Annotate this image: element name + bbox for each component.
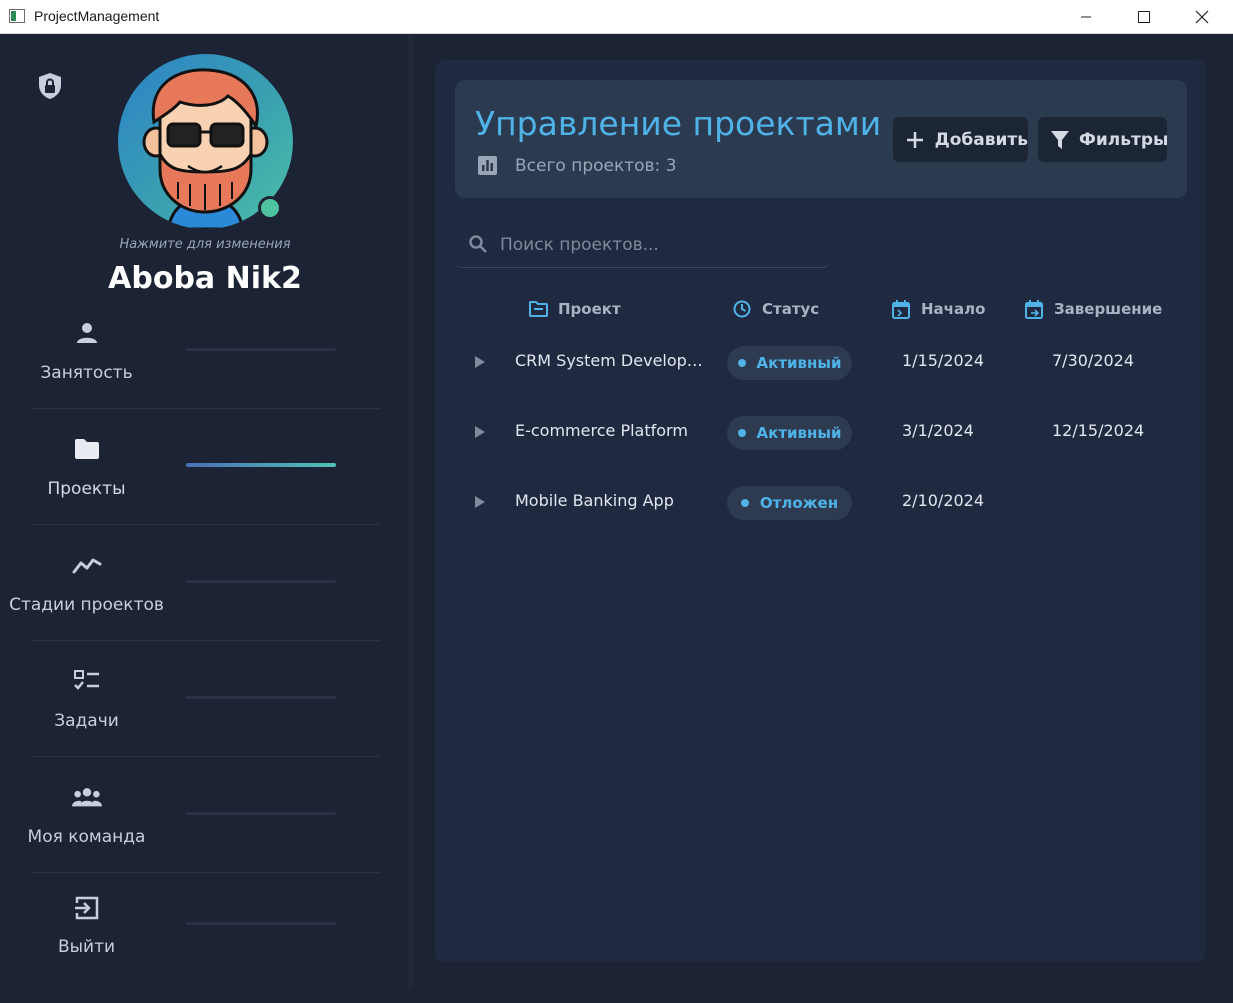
avatar-hint: Нажмите для изменения xyxy=(119,237,291,252)
nav-indicator xyxy=(186,580,336,583)
nav-divider xyxy=(32,756,380,757)
column-header-label: Проект xyxy=(558,300,621,318)
group-icon xyxy=(72,782,102,812)
project-name: E-commerce Platform xyxy=(515,421,688,440)
nav-divider xyxy=(32,408,380,409)
nav-divider xyxy=(32,524,380,525)
nav-label: Проекты xyxy=(47,479,126,499)
online-status-dot xyxy=(258,196,282,220)
column-header-status[interactable]: Статус xyxy=(732,297,819,321)
nav-label: Занятость xyxy=(40,363,133,383)
folder-open-icon xyxy=(528,299,548,319)
nav-label: Моя команда xyxy=(27,827,146,847)
filter-icon xyxy=(1051,130,1069,150)
status-label: Активный xyxy=(756,424,842,442)
search-input[interactable] xyxy=(500,230,820,260)
nav-indicator-active xyxy=(186,463,336,467)
bar-chart-icon xyxy=(478,156,497,175)
app-icon xyxy=(9,9,25,23)
table-row[interactable]: E-commerce Platform Активный 3/1/2024 12… xyxy=(456,403,1186,463)
column-header-end[interactable]: Завершение xyxy=(1024,297,1162,321)
end-date: 7/30/2024 xyxy=(1052,351,1135,370)
folder-icon xyxy=(72,434,102,464)
add-project-button[interactable]: Добавить xyxy=(893,117,1028,162)
window-titlebar: ProjectManagement xyxy=(0,0,1233,34)
maximize-icon xyxy=(1138,10,1150,23)
nav-label: Стадии проектов xyxy=(9,595,164,615)
status-dot xyxy=(737,429,746,437)
window-title: ProjectManagement xyxy=(34,8,160,24)
nav-divider xyxy=(32,872,380,873)
expand-arrow-icon[interactable] xyxy=(474,425,486,439)
nav-indicator xyxy=(186,696,336,699)
expand-arrow-icon[interactable] xyxy=(474,495,486,509)
person-icon xyxy=(72,318,102,348)
table-row[interactable]: Mobile Banking App Отложен 2/10/2024 xyxy=(456,473,1186,533)
nav-label: Выйти xyxy=(57,937,116,957)
start-date: 1/15/2024 xyxy=(902,351,985,370)
column-header-label: Начало xyxy=(921,300,986,318)
projects-count: Всего проектов: 3 xyxy=(515,156,677,176)
user-name: Aboba Nik2 xyxy=(108,261,302,296)
nav-divider xyxy=(32,640,380,641)
nav-indicator xyxy=(186,812,336,815)
column-header-label: Завершение xyxy=(1054,300,1163,318)
end-date: 12/15/2024 xyxy=(1052,421,1145,440)
page-title: Управление проектами xyxy=(475,104,882,143)
nav-indicator xyxy=(186,348,336,351)
table-row[interactable]: CRM System Developm... Активный 1/15/202… xyxy=(456,333,1186,393)
maximize-button[interactable] xyxy=(1115,0,1173,33)
status-dot xyxy=(740,499,749,507)
nav-label: Задачи xyxy=(54,711,119,731)
filters-button[interactable]: Фильтры xyxy=(1038,117,1169,162)
status-label: Активный xyxy=(756,354,842,372)
column-header-start[interactable]: Начало xyxy=(891,297,985,321)
filter-button-label: Фильтры xyxy=(1079,129,1169,150)
status-badge: Активный xyxy=(727,416,852,450)
search-icon xyxy=(469,235,487,253)
project-name: CRM System Developm... xyxy=(515,351,705,370)
add-button-label: Добавить xyxy=(934,129,1028,150)
avatar[interactable] xyxy=(118,54,293,229)
status-dot xyxy=(737,359,746,367)
column-header-label: Статус xyxy=(762,300,820,318)
minimize-button[interactable] xyxy=(1057,0,1115,33)
column-header-project[interactable]: Проект xyxy=(528,297,621,321)
nav-indicator xyxy=(186,922,336,925)
status-label: Отложен xyxy=(759,494,839,512)
calendar-start-icon xyxy=(891,299,911,319)
shield-lock-icon[interactable] xyxy=(37,72,63,100)
close-icon xyxy=(1195,10,1209,23)
logout-icon xyxy=(72,893,102,923)
search-box xyxy=(456,224,829,268)
clock-icon xyxy=(732,299,752,319)
plus-icon xyxy=(906,130,925,150)
expand-arrow-icon[interactable] xyxy=(474,355,486,369)
start-date: 2/10/2024 xyxy=(902,491,985,510)
start-date: 3/1/2024 xyxy=(902,421,974,440)
trend-line-icon xyxy=(72,550,102,580)
status-badge: Активный xyxy=(727,346,852,380)
status-badge: Отложен xyxy=(727,486,852,520)
nav-item-logout[interactable]: Выйти xyxy=(0,887,410,1003)
project-name: Mobile Banking App xyxy=(515,491,674,510)
checklist-icon xyxy=(72,666,102,696)
minimize-icon xyxy=(1081,16,1091,17)
close-button[interactable] xyxy=(1173,0,1231,33)
calendar-end-icon xyxy=(1024,299,1044,319)
